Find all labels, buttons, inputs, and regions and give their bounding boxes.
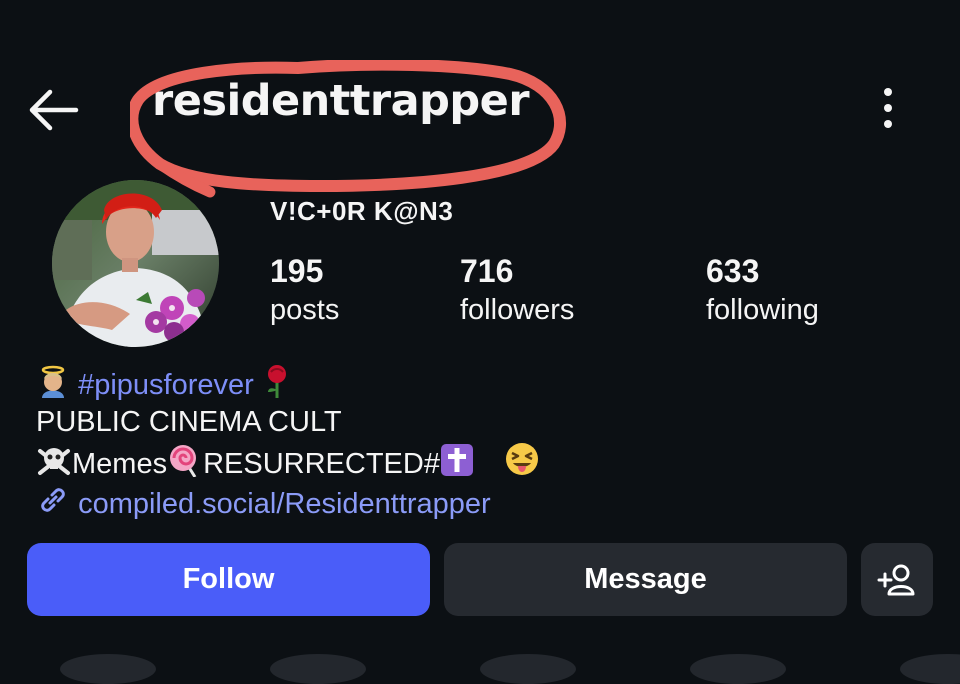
- message-button[interactable]: Message: [444, 543, 847, 616]
- bio-memes-text: Memes: [72, 448, 168, 480]
- story-highlight[interactable]: [60, 654, 156, 684]
- avatar-photo: [52, 180, 219, 347]
- username-title: residenttrapper: [152, 76, 530, 126]
- add-person-icon: [877, 564, 915, 595]
- latin-cross-emoji: [440, 444, 473, 476]
- story-highlight[interactable]: [690, 654, 786, 684]
- followers-count: 716: [460, 253, 514, 289]
- bio-hashtag[interactable]: #pipusforever: [78, 369, 254, 401]
- profile-bio: #pipusforever PUBLIC CINEMA CULT Memes R…: [36, 364, 916, 523]
- squinting-tongue-emoji: [506, 443, 539, 475]
- bio-link-text: compiled.social/Residenttrapper: [78, 488, 491, 520]
- top-bar: residenttrapper: [0, 60, 960, 198]
- bio-line-2: PUBLIC CINEMA CULT: [36, 406, 342, 438]
- stat-following[interactable]: 633 following: [706, 252, 819, 330]
- bio-link[interactable]: compiled.social/Residenttrapper: [36, 483, 916, 523]
- following-count: 633: [706, 253, 760, 289]
- followers-label: followers: [460, 294, 575, 326]
- follow-button[interactable]: Follow: [27, 543, 430, 616]
- more-vertical-icon: [884, 88, 892, 128]
- bio-line-1: #pipusforever: [36, 364, 916, 404]
- angel-emoji: [41, 365, 65, 398]
- posts-count: 195: [270, 253, 324, 289]
- story-highlight[interactable]: [270, 654, 366, 684]
- following-label: following: [706, 294, 819, 326]
- rose-emoji: [267, 365, 286, 398]
- bio-resurrected-text: RESURRECTED#: [203, 448, 440, 480]
- stat-posts[interactable]: 195 posts: [270, 252, 339, 330]
- back-arrow-icon: [29, 89, 79, 131]
- username-header: residenttrapper: [130, 60, 570, 200]
- suggest-people-button[interactable]: [861, 543, 933, 616]
- back-button[interactable]: [24, 80, 84, 140]
- link-icon: [41, 488, 65, 512]
- posts-label: posts: [270, 294, 340, 326]
- lollipop-emoji: [170, 445, 197, 477]
- display-name: V!C+0R K@N3: [270, 196, 454, 226]
- story-highlight[interactable]: [900, 654, 960, 684]
- stat-followers[interactable]: 716 followers: [460, 252, 574, 330]
- more-options-button[interactable]: [866, 82, 910, 138]
- bio-line-3: Memes RESURRECTED#: [36, 441, 916, 483]
- profile-avatar[interactable]: [52, 180, 219, 347]
- story-highlights-row: [0, 648, 960, 684]
- story-highlight[interactable]: [480, 654, 576, 684]
- skull-crossbones-emoji: [38, 448, 70, 475]
